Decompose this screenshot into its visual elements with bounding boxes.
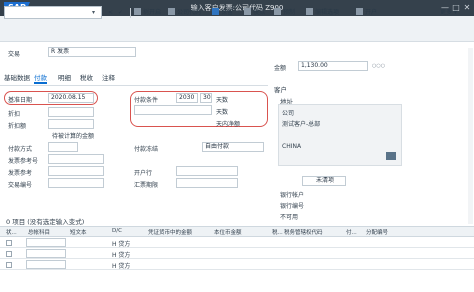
address-box xyxy=(278,104,402,166)
house-bank-label: 开户行 xyxy=(134,170,153,177)
edit-icon xyxy=(306,8,313,15)
row-checkbox[interactable] xyxy=(6,251,12,257)
discount-amount-label: 折扣额 xyxy=(8,123,27,130)
country-value: CHINA xyxy=(282,143,302,150)
gl-account-field[interactable] xyxy=(26,249,66,258)
col-dc[interactable]: D/C xyxy=(112,228,122,234)
col-local-amount[interactable]: 本位币金额 xyxy=(214,228,242,236)
tab-tax[interactable]: 税收 xyxy=(80,72,93,84)
unavailable-status: 不可用 xyxy=(280,214,299,221)
customer-title: 客户 xyxy=(274,86,287,94)
payment-terms-label: 付款条件 xyxy=(134,97,159,104)
tab-basic-data[interactable]: 基础数据 xyxy=(4,72,30,84)
payment-method-label: 付款方式 xyxy=(8,146,33,153)
close-icon[interactable]: ✕ xyxy=(462,3,472,13)
dc-value[interactable]: H 贷方 xyxy=(112,250,130,259)
chevron-down-icon[interactable]: ▾ xyxy=(92,9,95,16)
company-code-button[interactable]: 公司代码 xyxy=(168,6,201,19)
baseline-date-field[interactable]: 2020.08.15 xyxy=(48,93,94,103)
park-button[interactable]: 预制 xyxy=(274,6,295,19)
amount-icons[interactable]: ○○○ xyxy=(372,63,385,69)
gl-account-field[interactable] xyxy=(26,260,66,269)
building-icon xyxy=(168,8,175,15)
transaction-label: 交易 xyxy=(8,51,21,58)
open-bank-field[interactable] xyxy=(48,166,104,176)
toolbar-divider xyxy=(130,8,131,18)
col-gl-account[interactable]: 总帐科目 xyxy=(28,228,50,236)
dc-value[interactable]: H 贷方 xyxy=(112,261,130,270)
fx-term-field[interactable] xyxy=(176,178,238,188)
tab-payment[interactable]: 付款 xyxy=(34,72,47,84)
col-tax[interactable]: 税... xyxy=(272,228,283,236)
transaction-select[interactable]: R 发票 xyxy=(48,47,136,57)
table-row[interactable]: H 贷方 xyxy=(0,238,474,248)
table-row[interactable]: H 贷方 xyxy=(0,260,474,270)
check-icon: ✓ xyxy=(118,9,124,16)
discount-amount-field[interactable] xyxy=(48,119,94,129)
command-field[interactable] xyxy=(4,6,102,19)
amount-label: 金额 xyxy=(274,65,287,72)
invoice-ref-field[interactable] xyxy=(48,154,104,164)
more-button[interactable]: 更多 ▾ xyxy=(440,6,457,19)
simulate-button[interactable]: 模拟 xyxy=(244,6,265,19)
bank-number-label: 银行编号 xyxy=(280,203,305,210)
open-button[interactable]: 开户 xyxy=(356,6,377,19)
editing-options-button[interactable]: 编辑选项 xyxy=(306,6,339,19)
customer-detail-icon[interactable] xyxy=(386,152,396,160)
back-icon: < xyxy=(108,9,114,16)
tree-icon xyxy=(134,8,141,15)
chevron-down-icon: ▾ xyxy=(453,9,457,16)
row-checkbox[interactable] xyxy=(6,240,12,246)
simulate-icon xyxy=(244,8,251,15)
trade-field[interactable] xyxy=(48,178,104,188)
col-doc-amount[interactable]: 凭证货币中的金额 xyxy=(148,228,192,236)
col-assignment[interactable]: 分配编号 xyxy=(366,228,388,236)
amount-field[interactable]: 1,130.00 xyxy=(298,61,368,71)
calc-amount-label: 待被计算的金额 xyxy=(52,133,95,140)
col-payment[interactable]: 付... xyxy=(346,228,357,236)
open-icon xyxy=(356,8,363,15)
bank-account-label: 银行帐户 xyxy=(280,192,305,199)
dc-value[interactable]: H 贷方 xyxy=(112,239,130,248)
scrollbar[interactable] xyxy=(468,48,473,224)
payment-block-label: 付款冻结 xyxy=(134,146,159,153)
days-label-1: 天数 xyxy=(216,97,229,104)
payment-terms-field[interactable]: 2030 xyxy=(176,93,198,103)
company-label: 公司 xyxy=(282,110,295,117)
trade-label: 交易编号 xyxy=(8,182,33,189)
back-button[interactable]: < xyxy=(108,6,113,19)
open-bank-label: 发票参考 xyxy=(8,170,33,177)
items-title: 0 项目 (没有选定输入变式) xyxy=(6,218,85,226)
col-tax-jurisdiction[interactable]: 税务管辖权代码 xyxy=(284,228,323,236)
hold-button[interactable]: 保留 xyxy=(212,6,233,19)
net-days-label: 天内净额 xyxy=(216,121,241,128)
table-row[interactable]: H 贷方 xyxy=(0,249,474,259)
row-checkbox[interactable] xyxy=(6,262,12,268)
save-icon xyxy=(212,8,219,15)
terms-text-field[interactable] xyxy=(134,105,212,115)
discount-field[interactable] xyxy=(48,107,94,117)
col-short-text[interactable]: 短文本 xyxy=(70,228,87,236)
tab-divider xyxy=(0,85,268,86)
tree-on-button[interactable]: 树开启 xyxy=(134,6,161,19)
confirm-button[interactable]: ✓ xyxy=(118,6,123,19)
payment-method-field[interactable] xyxy=(48,142,78,152)
toolbar xyxy=(0,16,474,42)
invoice-ref-label: 发票参考号 xyxy=(8,158,39,165)
tab-notes[interactable]: 注释 xyxy=(102,72,115,84)
days-field[interactable]: 30 xyxy=(200,93,212,103)
company-value: 测试客户-总部 xyxy=(282,121,321,128)
baseline-date-label: 基准日期 xyxy=(8,97,33,104)
house-bank-field[interactable] xyxy=(176,166,238,176)
days-label-2: 天数 xyxy=(216,109,229,116)
col-status[interactable]: 状... xyxy=(6,228,17,236)
gl-account-field[interactable] xyxy=(26,238,66,247)
open-items-button[interactable]: 未清项 xyxy=(302,176,346,186)
tab-details[interactable]: 明细 xyxy=(58,72,71,84)
park-icon xyxy=(274,8,281,15)
payment-block-select[interactable]: 自由付款 xyxy=(202,142,264,152)
discount-label: 折扣 xyxy=(8,111,21,118)
fx-term-label: 汇票期限 xyxy=(134,182,159,189)
